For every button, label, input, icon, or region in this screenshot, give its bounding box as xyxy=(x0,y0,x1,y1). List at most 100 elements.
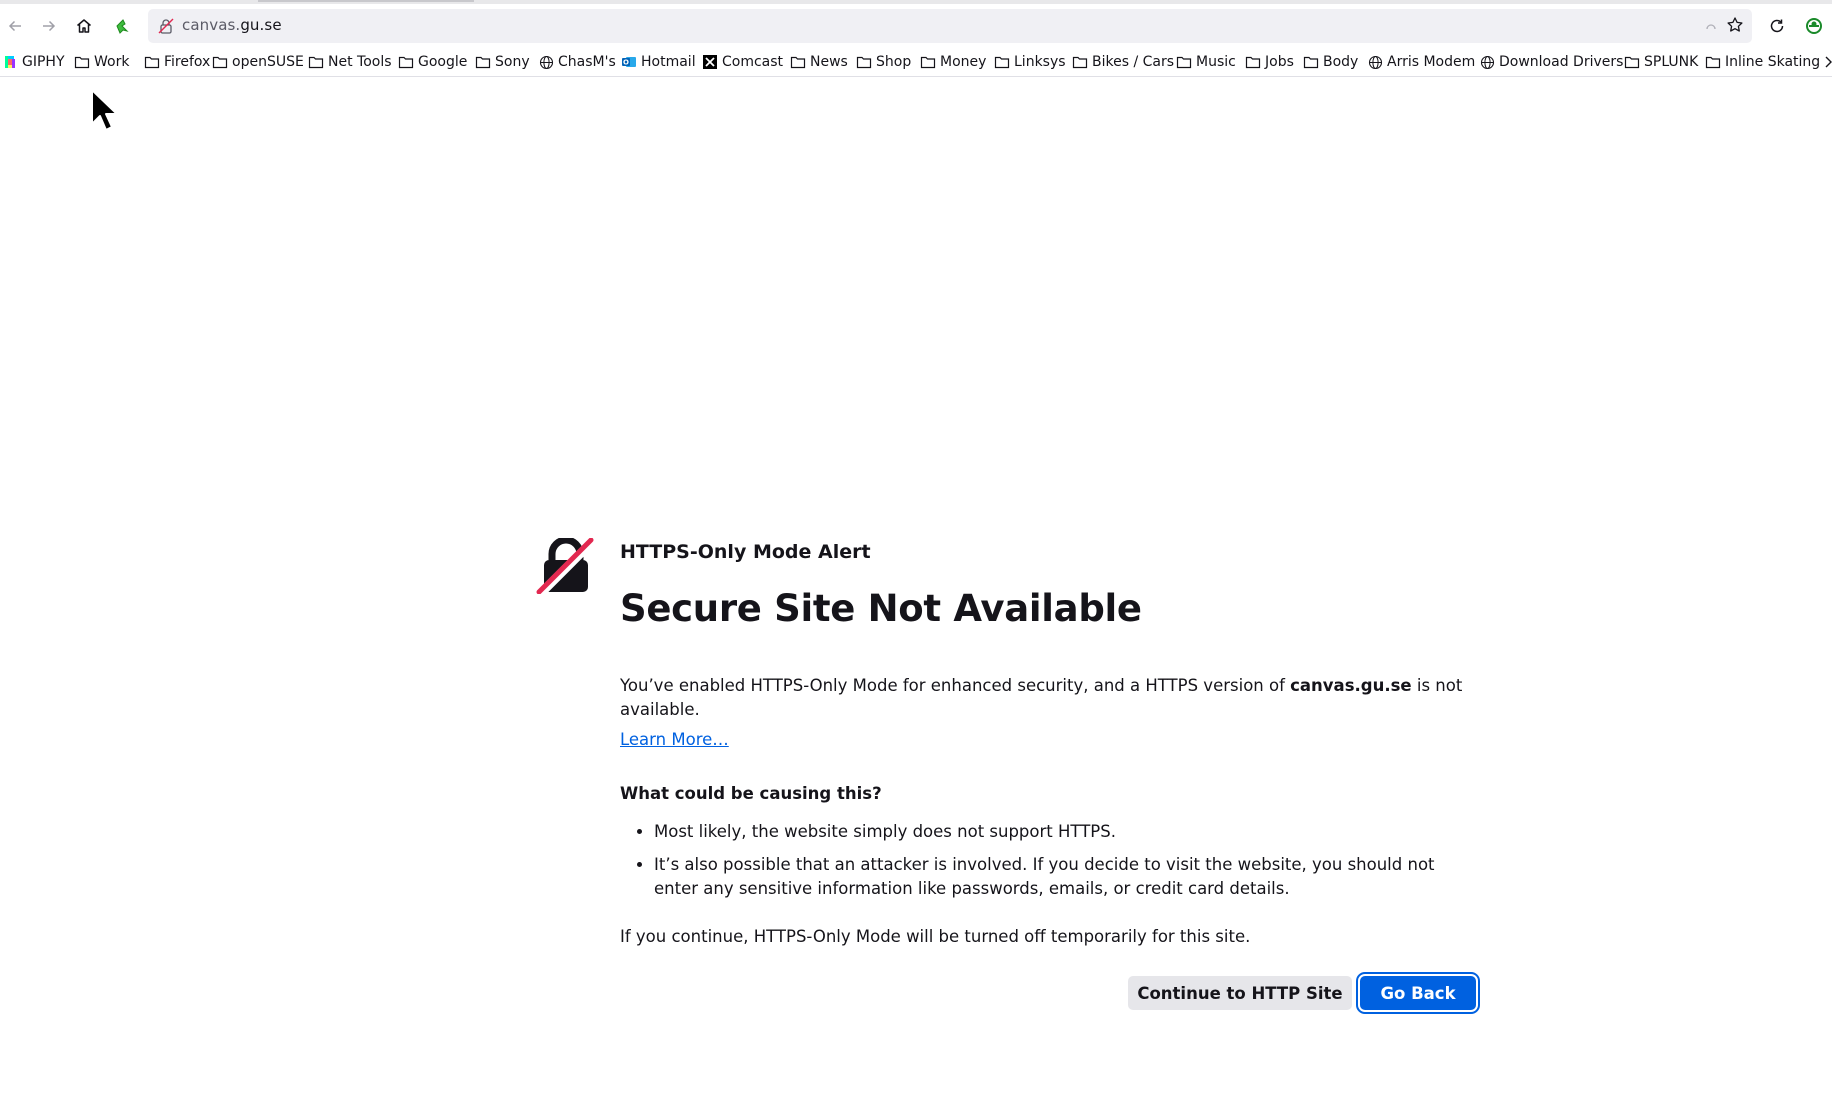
bookmark-net-tools[interactable]: Net Tools xyxy=(308,51,392,73)
bookmark-comcast[interactable]: Comcast xyxy=(702,51,783,73)
bookmark-label: GIPHY xyxy=(22,54,65,70)
folder-icon xyxy=(994,54,1010,70)
folder-icon xyxy=(1303,54,1319,70)
folder-icon xyxy=(920,54,936,70)
error-content: HTTPS-Only Mode Alert Secure Site Not Av… xyxy=(620,540,1480,949)
continue-to-http-button[interactable]: Continue to HTTP Site xyxy=(1128,976,1352,1010)
bookmark-google[interactable]: Google xyxy=(398,51,467,73)
error-label: HTTPS-Only Mode Alert xyxy=(620,541,871,563)
continue-note: If you continue, HTTPS-Only Mode will be… xyxy=(620,927,1251,946)
globe-icon xyxy=(538,54,554,70)
bookmark-label: News xyxy=(810,54,848,70)
bookmark-label: Shop xyxy=(876,54,912,70)
causes-list: Most likely, the website simply does not… xyxy=(620,820,1480,901)
reload-icon[interactable] xyxy=(1762,11,1792,41)
page-title: Secure Site Not Available xyxy=(620,587,1142,630)
button-row: Continue to HTTP Site Go Back xyxy=(1128,972,1480,1014)
bookmark-label: SPLUNK xyxy=(1644,54,1699,70)
bookmark-label: Bikes / Cars xyxy=(1092,54,1175,70)
broken-lock-icon xyxy=(536,536,596,598)
list-item: It’s also possible that an attacker is i… xyxy=(654,853,1480,901)
folder-icon xyxy=(308,54,324,70)
bookmark-shop[interactable]: Shop xyxy=(856,51,911,73)
causes-heading: What could be causing this? xyxy=(620,784,882,803)
more-bookmarks-chevron-icon[interactable] xyxy=(1824,51,1832,73)
folder-icon xyxy=(398,54,414,70)
bookmark-label: Music xyxy=(1196,54,1236,70)
url-host: gu.se xyxy=(240,16,282,34)
globe-icon xyxy=(1367,54,1383,70)
bookmark-firefox[interactable]: Firefox xyxy=(144,51,210,73)
go-back-button[interactable]: Go Back xyxy=(1356,972,1480,1014)
url-bar[interactable]: canvas.gu.se xyxy=(148,9,1752,43)
bookmark-money[interactable]: Money xyxy=(920,51,986,73)
error-description: You’ve enabled HTTPS-Only Mode for enhan… xyxy=(620,674,1480,722)
star-icon[interactable] xyxy=(1726,16,1744,38)
folder-icon xyxy=(856,54,872,70)
bookmark-work[interactable]: Work xyxy=(74,51,129,73)
giphy-icon xyxy=(2,54,18,70)
insecure-lock-icon[interactable] xyxy=(157,17,175,35)
back-arrow-icon[interactable] xyxy=(0,11,30,41)
bookmark-label: openSUSE xyxy=(232,54,304,70)
bookmark-jobs[interactable]: Jobs xyxy=(1245,51,1294,73)
forward-arrow-icon[interactable] xyxy=(34,11,64,41)
desc-before: You’ve enabled HTTPS-Only Mode for enhan… xyxy=(620,676,1291,695)
globe-icon xyxy=(1479,54,1495,70)
bookmark-label: Linksys xyxy=(1014,54,1066,70)
folder-icon xyxy=(790,54,806,70)
bookmark-news[interactable]: News xyxy=(790,51,848,73)
profile-icon[interactable] xyxy=(1799,11,1829,41)
bookmark-label: Jobs xyxy=(1265,54,1294,70)
bookmark-hotmail[interactable]: O Hotmail xyxy=(621,51,696,73)
folder-icon xyxy=(212,54,228,70)
active-tab-indicator xyxy=(258,0,474,2)
bookmark-giphy[interactable]: GIPHY xyxy=(2,51,65,73)
extension-icon[interactable] xyxy=(108,11,138,41)
url-prefix: canvas. xyxy=(182,16,241,34)
home-icon[interactable] xyxy=(69,11,99,41)
desc-host: canvas.gu.se xyxy=(1290,676,1412,695)
bookmarks-toolbar: GIPHY Work Firefox openSUSE Net Tools Go… xyxy=(0,48,1832,77)
learn-more-link[interactable]: Learn More… xyxy=(620,728,729,752)
x-icon xyxy=(702,54,718,70)
bookmark-download-drivers[interactable]: Download Drivers xyxy=(1479,51,1623,73)
folder-icon xyxy=(1245,54,1261,70)
navigation-toolbar: canvas.gu.se xyxy=(0,5,1832,47)
bookmark-label: Net Tools xyxy=(328,54,392,70)
folder-icon xyxy=(1624,54,1640,70)
folder-icon xyxy=(144,54,160,70)
bookmark-label: Hotmail xyxy=(641,54,696,70)
bookmark-label: Body xyxy=(1323,54,1359,70)
list-item: Most likely, the website simply does not… xyxy=(654,820,1480,844)
bookmark-label: Download Drivers xyxy=(1499,54,1624,70)
bookmark-inline-skating[interactable]: Inline Skating xyxy=(1705,51,1820,73)
folder-icon xyxy=(475,54,491,70)
bookmark-sony[interactable]: Sony xyxy=(475,51,530,73)
bookmark-label: Money xyxy=(940,54,987,70)
mouse-cursor-icon xyxy=(90,88,120,136)
folder-icon xyxy=(1176,54,1192,70)
bookmark-body[interactable]: Body xyxy=(1303,51,1358,73)
bookmark-music[interactable]: Music xyxy=(1176,51,1236,73)
svg-text:O: O xyxy=(623,59,629,67)
bookmark-arris-modem[interactable]: Arris Modem xyxy=(1367,51,1475,73)
folder-icon xyxy=(1705,54,1721,70)
url-text[interactable]: canvas.gu.se xyxy=(182,16,282,34)
bookmark-label: ChasM's xyxy=(558,54,616,70)
bookmark-label: Firefox xyxy=(164,54,211,70)
reader-view-icon[interactable] xyxy=(1704,18,1718,37)
bookmark-splunk[interactable]: SPLUNK xyxy=(1624,51,1698,73)
bookmark-label: Arris Modem xyxy=(1387,54,1476,70)
tab-strip xyxy=(0,0,1832,4)
bookmark-chasms[interactable]: ChasM's xyxy=(538,51,616,73)
outlook-icon: O xyxy=(621,54,637,70)
bookmark-label: Work xyxy=(94,54,130,70)
folder-icon xyxy=(1072,54,1088,70)
bookmark-bikes-cars[interactable]: Bikes / Cars xyxy=(1072,51,1174,73)
bookmark-label: Inline Skating xyxy=(1725,54,1821,70)
bookmark-opensuse[interactable]: openSUSE xyxy=(212,51,304,73)
bookmark-label: Google xyxy=(418,54,468,70)
bookmark-label: Sony xyxy=(495,54,530,70)
bookmark-linksys[interactable]: Linksys xyxy=(994,51,1066,73)
